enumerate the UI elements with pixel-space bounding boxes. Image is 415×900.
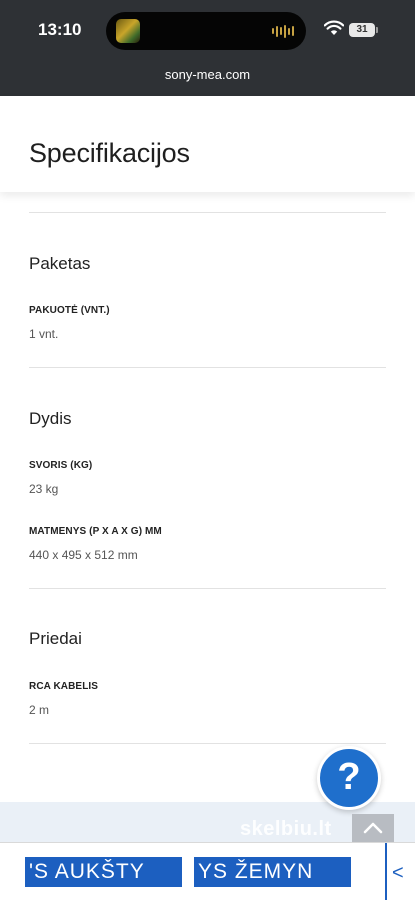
help-icon: ? (337, 756, 361, 798)
divider (29, 743, 386, 744)
battery-icon: 31 (349, 23, 378, 37)
spec-label-matmenys: MATMENYS (P X A X G) MM (29, 526, 162, 537)
now-playing-icon (116, 19, 140, 43)
help-button[interactable]: ? (317, 746, 381, 810)
divider (29, 367, 386, 368)
audio-wave-icon (272, 24, 294, 38)
wifi-icon (324, 20, 344, 35)
bottom-toolbar: 'S AUKŠTY YS ŽEMYN < (0, 842, 415, 900)
dynamic-island[interactable] (106, 12, 306, 50)
scroll-top-icon (363, 822, 383, 834)
page-title: Specifikacijos (29, 138, 190, 168)
section-title-dydis: Dydis (29, 409, 72, 428)
watermark: skelbiu.lt (240, 818, 332, 840)
scroll-down-button[interactable]: YS ŽEMYN (194, 857, 351, 887)
section-title-paketas: Paketas (29, 254, 91, 273)
status-bar: 13:10 31 (0, 0, 415, 62)
spec-label-svoris: SVORIS (KG) (29, 460, 93, 471)
chevron-left-icon[interactable]: < (392, 863, 404, 883)
scroll-up-button[interactable]: 'S AUKŠTY (25, 857, 182, 887)
url-text[interactable]: sony-mea.com (0, 67, 415, 82)
status-time: 13:10 (38, 20, 82, 39)
browser-url-bar[interactable]: sony-mea.com (0, 62, 415, 96)
spec-value-svoris: 23 kg (29, 482, 59, 496)
spec-value-matmenys: 440 x 495 x 512 mm (29, 548, 138, 562)
page-header: Specifikacijos (0, 96, 415, 192)
toolbar-separator (385, 843, 387, 900)
spec-value-rca-kabelis: 2 m (29, 703, 50, 717)
divider (29, 212, 386, 213)
spec-value-pakuote: 1 vnt. (29, 327, 59, 341)
divider (29, 588, 386, 589)
spec-label-rca-kabelis: RCA KABELIS (29, 681, 99, 692)
spec-label-pakuote: PAKUOTĖ (VNT.) (29, 305, 110, 316)
section-title-priedai: Priedai (29, 629, 82, 648)
scroll-top-button[interactable] (352, 814, 394, 842)
